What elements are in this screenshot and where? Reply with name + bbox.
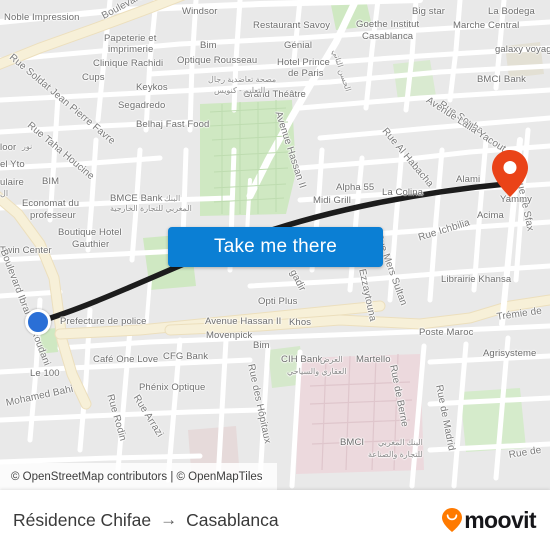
arrow-right-icon: → [160, 510, 178, 529]
take-me-there-label: Take me there [214, 236, 337, 257]
map-canvas[interactable]: .rd{stroke:#ffffff;fill:none;stroke-line… [0, 0, 550, 490]
take-me-there-button[interactable]: Take me there [168, 227, 383, 267]
route-origin-label: Résidence Chifae [13, 509, 152, 530]
moovit-wordmark: moovit [464, 506, 536, 533]
map-attribution: © OpenStreetMap contributors | © OpenMap… [0, 463, 277, 490]
destination-pin[interactable] [492, 150, 528, 197]
moovit-route-map-screen: .rd{stroke:#ffffff;fill:none;stroke-line… [0, 0, 550, 550]
footer-bar: Résidence Chifae → Casablanca moovit [0, 490, 550, 550]
origin-dot[interactable] [25, 309, 51, 335]
route-summary: Résidence Chifae → Casablanca [13, 490, 279, 550]
moovit-logo[interactable]: moovit [442, 490, 537, 550]
moovit-pin-icon [442, 508, 463, 532]
route-destination-label: Casablanca [186, 509, 279, 530]
attribution-text: © OpenStreetMap contributors | © OpenMap… [11, 470, 263, 483]
